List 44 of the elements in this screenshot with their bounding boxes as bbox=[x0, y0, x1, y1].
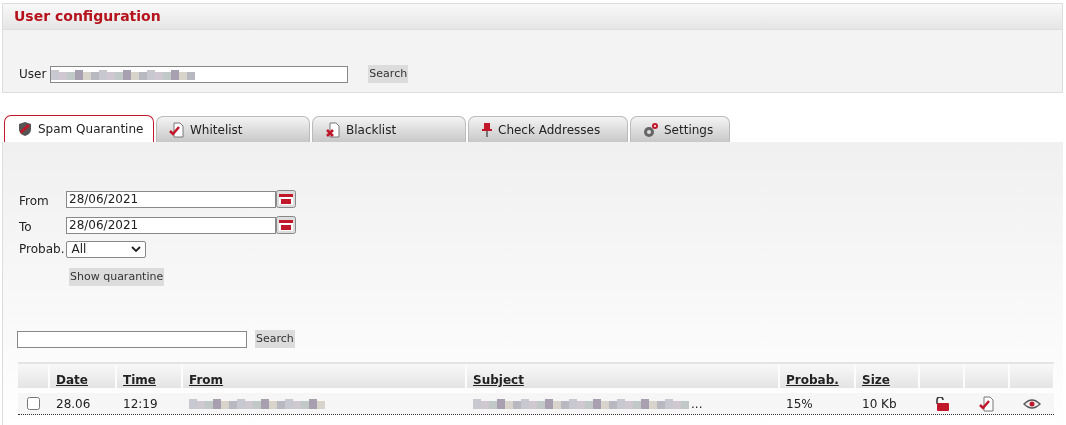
header-cell bbox=[965, 364, 1008, 388]
probability-select[interactable]: All bbox=[66, 240, 147, 258]
date-field[interactable]: 28/06/2021 bbox=[66, 216, 276, 234]
table-cell-text: ... bbox=[691, 395, 703, 413]
row-checkbox[interactable] bbox=[26, 397, 40, 410]
calendar-icon[interactable] bbox=[276, 216, 296, 234]
table-cell-text: 28.06 bbox=[55, 395, 92, 413]
column-header[interactable]: Size bbox=[856, 364, 918, 388]
column-header[interactable]: From bbox=[183, 364, 465, 388]
tab[interactable]: Settings bbox=[630, 116, 730, 142]
tab[interactable]: Spam Quarantine bbox=[4, 115, 154, 142]
date-field[interactable]: 28/06/2021 bbox=[66, 190, 276, 208]
tab[interactable]: Blacklist bbox=[312, 116, 466, 142]
column-header[interactable]: Probab. bbox=[780, 364, 854, 388]
gears-icon bbox=[643, 121, 659, 138]
date-label: To bbox=[19, 219, 33, 236]
show-quarantine-button[interactable]: Show quarantine bbox=[69, 268, 165, 286]
column-header[interactable]: Date bbox=[50, 364, 115, 388]
eye-icon[interactable] bbox=[1022, 398, 1041, 409]
pushpin-icon bbox=[481, 121, 493, 138]
tab[interactable]: Check Addresses bbox=[468, 116, 628, 142]
user-label: User bbox=[19, 66, 47, 83]
table-cell-text: 10 Kb bbox=[861, 395, 898, 413]
header-cell bbox=[18, 364, 48, 388]
column-header[interactable]: Subject bbox=[467, 364, 778, 388]
table-cell-text: 12:19 bbox=[122, 395, 159, 413]
header-cell bbox=[1010, 364, 1053, 388]
table-cell-text: 15% bbox=[785, 395, 814, 413]
search-button[interactable]: Search bbox=[368, 65, 409, 83]
column-header[interactable]: Time bbox=[117, 364, 181, 388]
page-title: User configuration bbox=[14, 7, 161, 26]
tab[interactable]: Whitelist bbox=[156, 116, 310, 142]
user-field[interactable] bbox=[50, 66, 349, 83]
search-button[interactable]: Search bbox=[255, 330, 295, 348]
search-field[interactable] bbox=[17, 330, 247, 348]
chevron-down-icon bbox=[131, 246, 142, 252]
date-label: From bbox=[19, 193, 50, 210]
document-cross-icon bbox=[325, 121, 341, 138]
header-cell bbox=[920, 364, 963, 388]
probability-label: Probab. bbox=[19, 241, 65, 258]
unlock-icon[interactable] bbox=[933, 396, 950, 411]
shield-icon bbox=[17, 121, 33, 137]
calendar-icon[interactable] bbox=[276, 190, 296, 208]
document-check-icon bbox=[169, 121, 185, 138]
